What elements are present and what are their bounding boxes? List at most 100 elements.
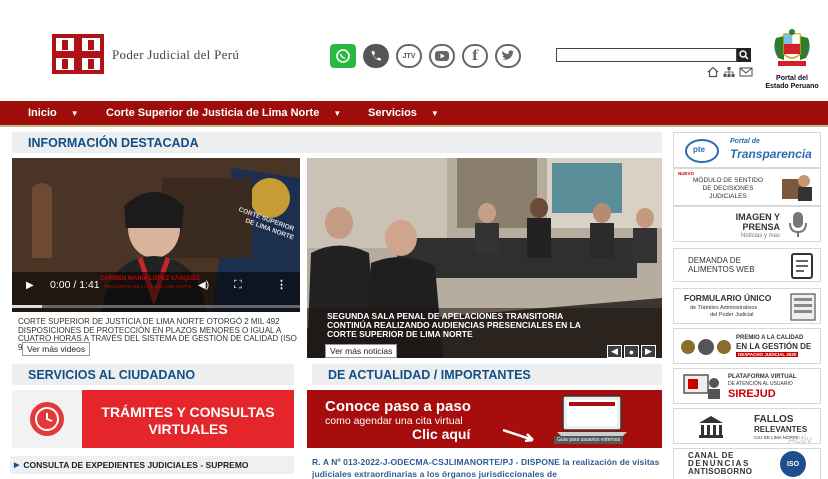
video-time: 0:00 / 1:41 xyxy=(50,279,100,291)
iso-label: ISO xyxy=(786,460,800,468)
section-de-actualidad: DE ACTUALIDAD / IMPORTANTES xyxy=(312,364,662,385)
premio-calidad-link[interactable]: PREMIO A LA CALIDAD EN LA GESTIÓN DE DES… xyxy=(673,328,821,364)
cita-line-3: Clic aquí xyxy=(412,426,471,442)
pause-icon[interactable]: ● xyxy=(624,345,639,358)
prev-arrow-icon[interactable]: ◀ xyxy=(607,345,622,358)
caret-down-icon: ▼ xyxy=(333,108,342,118)
nav-item-label: Servicios xyxy=(368,107,417,119)
crest-caption-1: Portal del xyxy=(776,75,808,82)
caret-down-icon: ▼ xyxy=(430,108,439,118)
pte-label: pte xyxy=(693,145,705,154)
bullet-arrow-icon: ▶ xyxy=(14,462,20,469)
caret-down-icon: ▼ xyxy=(70,108,79,118)
consulta-label: CONSULTA DE EXPEDIENTES JUDICIALES - SUP… xyxy=(23,460,249,470)
carousel-controls: ◀ ● ▶ xyxy=(607,345,656,358)
play-icon[interactable]: ▶ xyxy=(26,280,34,291)
tramites-line-1: TRÁMITES Y CONSULTAS xyxy=(101,404,275,420)
computer-user-icon xyxy=(683,374,720,399)
nuevo-badge: NUEVO xyxy=(678,171,695,176)
transparencia-line-2: Transparencia xyxy=(730,147,812,161)
canal-line-3: ANTISOBORNO xyxy=(688,467,753,476)
utility-links xyxy=(707,66,753,78)
ver-mas-videos-button[interactable]: Ver más videos xyxy=(22,342,91,356)
nav-item-servicios[interactable]: Servicios ▼ xyxy=(368,107,439,119)
tramites-banner[interactable]: TRÁMITES Y CONSULTAS VIRTUALES xyxy=(12,390,294,448)
nav-item-corte-superior[interactable]: Corte Superior de Justicia de Lima Norte… xyxy=(106,107,341,119)
search-icon xyxy=(739,50,749,60)
nav-item-inicio[interactable]: Inicio ▼ xyxy=(28,107,79,119)
demanda-alimentos-link[interactable]: DEMANDA DE ALIMENTOS WEB xyxy=(673,248,821,282)
tramites-icon-box xyxy=(12,390,82,448)
tv-icon[interactable]: JTV xyxy=(396,44,422,68)
poder-judicial-logo[interactable] xyxy=(52,34,104,74)
plataforma-line-1: PLATAFORMA VIRTUAL xyxy=(728,374,797,380)
announcement-link[interactable]: R. A Nº 013-2022-J-ODECMA-CSJLIMANORTE/P… xyxy=(312,456,662,479)
nav-item-label: Inicio xyxy=(28,107,57,119)
formulario-line-3: del Poder Judicial xyxy=(710,312,754,318)
coat-of-arms-icon xyxy=(774,29,810,66)
whatsapp-icon[interactable] xyxy=(330,44,356,68)
imagen-prensa-link[interactable]: IMAGEN Y PRENSA Noticias y mas xyxy=(673,206,821,242)
fullscreen-icon[interactable]: ⛶ xyxy=(234,279,242,292)
cursor-arrow-icon xyxy=(503,428,534,442)
os-watermark: Activ xyxy=(788,434,812,446)
search-button[interactable] xyxy=(737,48,751,62)
mail-icon[interactable] xyxy=(739,66,753,78)
tramites-text-box: TRÁMITES Y CONSULTAS VIRTUALES xyxy=(82,390,294,448)
search-input[interactable] xyxy=(556,48,737,62)
forms-icon xyxy=(790,293,816,321)
canal-denuncias-link[interactable]: CANAL DE DENUNCIAS ANTISOBORNO ISO xyxy=(673,448,821,479)
volume-icon[interactable]: ◀) xyxy=(198,280,209,291)
section-informacion-destacada: INFORMACIÓN DESTACADA xyxy=(12,132,662,153)
news-caption[interactable]: SEGUNDA SALA PENAL DE APELACIONES TRANSI… xyxy=(327,312,607,339)
social-links: JTV f xyxy=(330,44,521,68)
modulo-line-3: JUDICIALES xyxy=(709,193,747,200)
consulta-expedientes-link[interactable]: ▶ CONSULTA DE EXPEDIENTES JUDICIALES - S… xyxy=(10,456,294,474)
transparencia-line-1: Portal de xyxy=(730,138,760,145)
more-options-icon[interactable]: ⋮ xyxy=(276,278,287,291)
main-nav: Inicio ▼ Corte Superior de Justicia de L… xyxy=(0,101,828,127)
twitter-icon[interactable] xyxy=(495,44,521,68)
clock-icon xyxy=(30,402,64,436)
formulario-line-1: FORMULARIO ÚNICO xyxy=(684,293,772,303)
microphone-icon xyxy=(789,212,807,237)
phone-icon[interactable] xyxy=(363,44,389,68)
laptop-icon xyxy=(557,395,627,436)
modulo-sentido-link[interactable]: NUEVO MÓDULO DE SENTIDO DE DECISIONES JU… xyxy=(673,168,821,206)
award-icon xyxy=(681,339,731,355)
formulario-unico-link[interactable]: FORMULARIO ÚNICO de Trámites Administrat… xyxy=(673,288,821,324)
modulo-line-1: MÓDULO DE SENTIDO xyxy=(692,177,764,184)
judge-gavel-icon xyxy=(782,175,812,201)
search-bar xyxy=(556,48,751,62)
estado-peruano-link[interactable]: Portal del Estado Peruano xyxy=(764,28,820,98)
fallos-line-1: FALLOS xyxy=(754,414,794,425)
iso-badge-icon: ISO xyxy=(780,451,806,477)
next-arrow-icon[interactable]: ▶ xyxy=(641,345,656,358)
home-icon[interactable] xyxy=(707,66,719,78)
brand-name[interactable]: Poder Judicial del Perú xyxy=(112,47,239,63)
ver-mas-noticias-button[interactable]: Ver más noticias xyxy=(325,344,398,358)
imagen-line-3: Noticias y mas xyxy=(740,233,780,239)
plataforma-line-3: SIREJUD xyxy=(728,388,776,400)
sitemap-icon[interactable] xyxy=(723,66,735,78)
demanda-line-2: ALIMENTOS WEB xyxy=(688,265,755,274)
cita-line-1: Conoce paso a paso xyxy=(325,398,471,415)
fallos-line-2: RELEVANTES xyxy=(754,425,808,434)
site-header: Poder Judicial del Perú JTV f Portal del… xyxy=(0,0,828,98)
facebook-icon[interactable]: f xyxy=(462,44,488,68)
guia-usuarios-label: Guía para usuarios externos xyxy=(554,436,624,444)
news-slider[interactable]: SEGUNDA SALA PENAL DE APELACIONES TRANSI… xyxy=(307,158,662,358)
document-icon xyxy=(791,253,813,279)
video-player[interactable]: CORTE SUPERIOR DE LIMA NORTE CARMEN MARI… xyxy=(12,158,300,312)
portal-transparencia-link[interactable]: pte Portal de Transparencia xyxy=(673,132,821,168)
youtube-icon[interactable] xyxy=(429,44,455,68)
tramites-line-2: VIRTUALES xyxy=(148,421,228,437)
section-servicios-al-ciudadano: SERVICIOS AL CIUDADANO xyxy=(12,364,294,385)
imagen-line-2: PRENSA xyxy=(742,222,780,232)
cita-virtual-banner[interactable]: Conoce paso a paso como agendar una cita… xyxy=(307,390,662,448)
premio-line-1: PREMIO A LA CALIDAD xyxy=(736,335,804,341)
nav-item-label: Corte Superior de Justicia de Lima Norte xyxy=(106,107,320,119)
premio-line-3: DESPACHO JUDICIAL 2020 xyxy=(736,352,799,357)
plataforma-sirejud-link[interactable]: PLATAFORMA VIRTUAL DE ATENCIÓN AL USUARI… xyxy=(673,368,821,404)
crest-caption-2: Estado Peruano xyxy=(765,83,819,90)
